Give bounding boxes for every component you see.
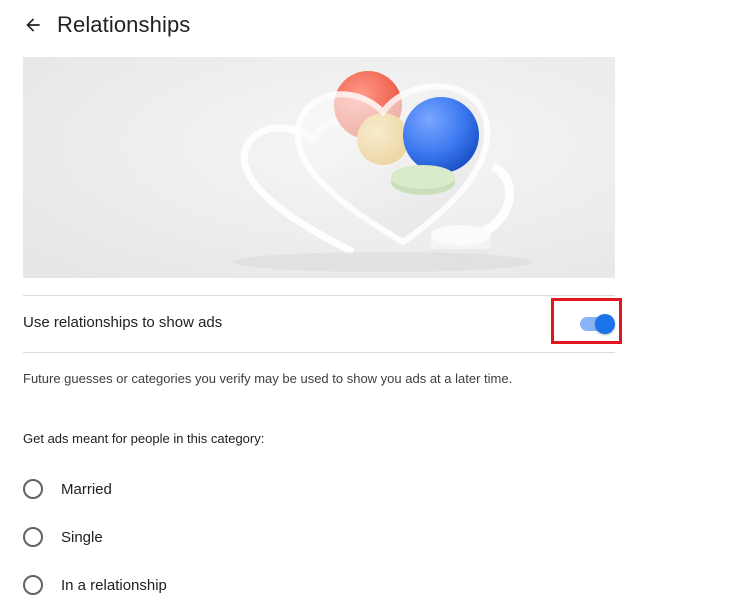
category-label: Get ads meant for people in this categor… <box>23 431 265 446</box>
radio-option-in-a-relationship[interactable]: In a relationship <box>23 574 167 596</box>
ads-toggle-label: Use relationships to show ads <box>23 314 223 331</box>
divider-top <box>23 295 615 296</box>
radio-label: Married <box>61 480 112 498</box>
page-header: Relationships <box>22 10 190 40</box>
back-button[interactable] <box>22 14 44 36</box>
page-title: Relationships <box>57 12 191 37</box>
hero-illustration <box>23 57 615 278</box>
info-text: Future guesses or categories you verify … <box>23 371 513 386</box>
radio-button[interactable] <box>23 479 43 499</box>
radio-button[interactable] <box>23 575 43 595</box>
divider-bottom <box>23 352 615 353</box>
radio-option-single[interactable]: Single <box>23 526 103 548</box>
radio-label: In a relationship <box>61 576 167 594</box>
radio-button[interactable] <box>23 527 43 547</box>
radio-option-married[interactable]: Married <box>23 478 112 500</box>
highlight-annotation <box>551 298 622 344</box>
arrow-left-icon <box>26 18 40 32</box>
radio-label: Single <box>61 528 103 546</box>
